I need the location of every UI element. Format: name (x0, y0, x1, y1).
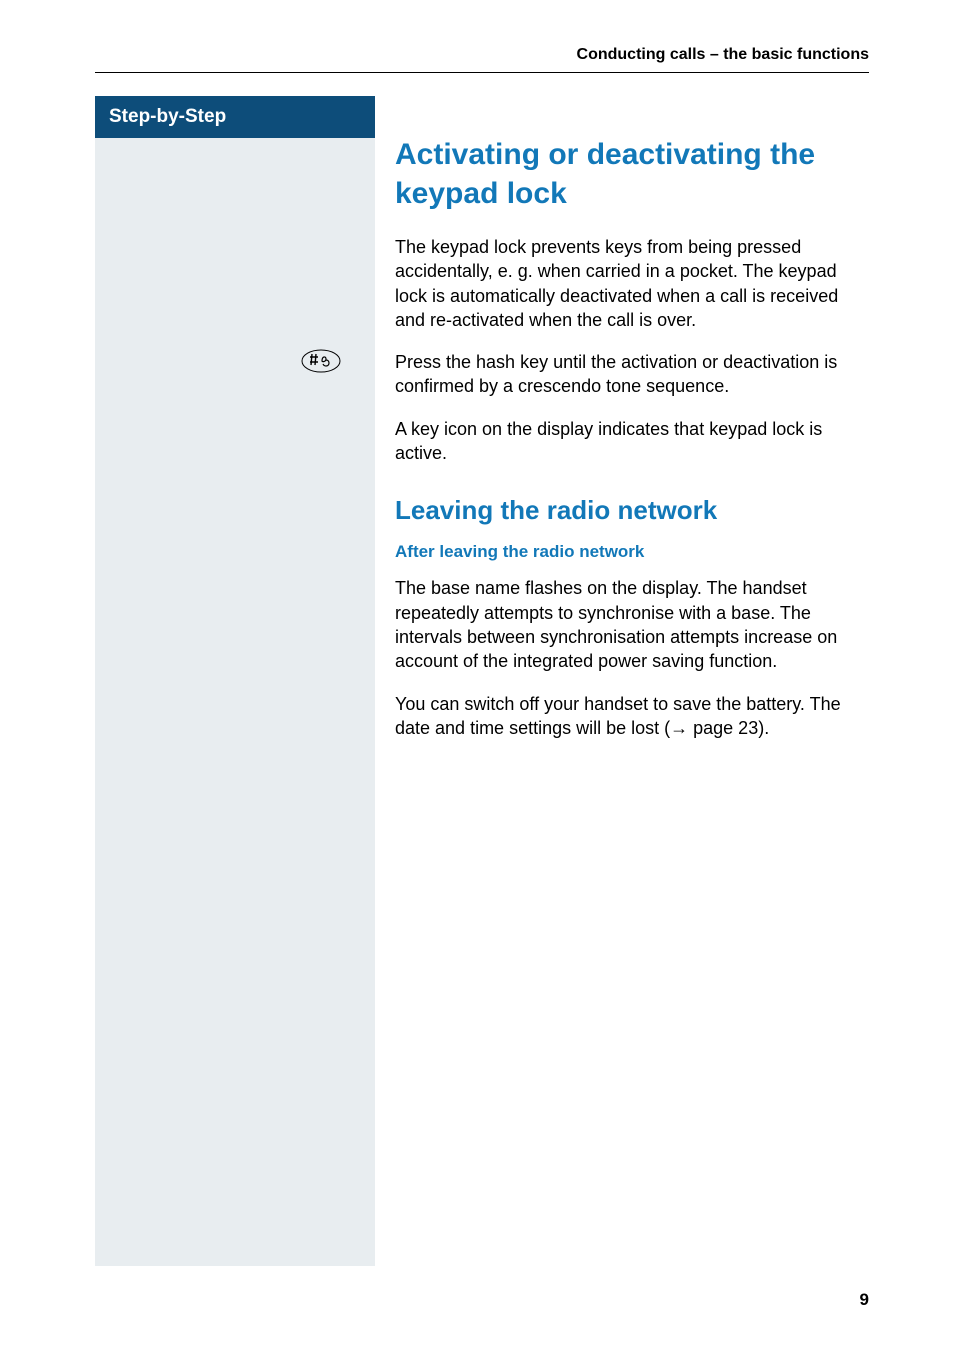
page-reference: page 23). (688, 718, 769, 738)
step-by-step-badge: Step-by-Step (95, 96, 375, 138)
text-fragment: You can switch off your handset to save … (395, 694, 841, 738)
section-heading-radio-network: Leaving the radio network (395, 495, 869, 526)
body-paragraph: The base name flashes on the display. Th… (395, 576, 869, 673)
arrow-icon: → (670, 716, 688, 740)
body-paragraph: You can switch off your handset to save … (395, 692, 869, 741)
step-text: Press the hash key until the activation … (395, 350, 869, 399)
hash-key-icon (300, 348, 342, 374)
step-instruction-row: Press the hash key until the activation … (395, 350, 869, 399)
body-paragraph: A key icon on the display indicates that… (395, 417, 869, 466)
main-content: Activating or deactivating the keypad lo… (395, 135, 869, 758)
subsection-heading: After leaving the radio network (395, 542, 869, 562)
section-heading-keypad-lock: Activating or deactivating the keypad lo… (395, 135, 869, 213)
sidebar: Step-by-Step (95, 96, 375, 1266)
running-header: Conducting calls – the basic functions (577, 46, 869, 64)
header-rule (95, 72, 869, 73)
page-number: 9 (860, 1290, 869, 1310)
body-paragraph: The keypad lock prevents keys from being… (395, 235, 869, 332)
